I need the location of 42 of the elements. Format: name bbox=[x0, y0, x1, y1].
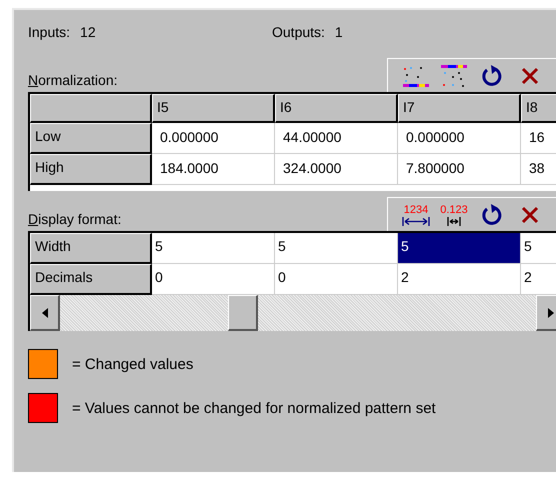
left-arrow-icon bbox=[42, 308, 48, 318]
row-header: Decimals bbox=[30, 264, 152, 295]
table-cell[interactable]: 7.800000 bbox=[398, 154, 521, 185]
close-icon bbox=[521, 66, 539, 84]
table-cell[interactable]: 0 bbox=[152, 264, 275, 295]
row-header: Low bbox=[30, 123, 152, 154]
table-cell[interactable]: 2 bbox=[398, 264, 521, 295]
table-cell[interactable]: 0.000000 bbox=[152, 123, 275, 154]
count-value: 12 bbox=[80, 24, 96, 40]
table-cell[interactable]: 5 bbox=[521, 233, 556, 264]
horizontal-scrollbar[interactable] bbox=[28, 295, 556, 331]
count-value: 1 bbox=[334, 24, 343, 40]
table-cell[interactable]: 16 bbox=[521, 123, 556, 154]
scroll-thumb[interactable] bbox=[228, 295, 258, 331]
scroll-left-button[interactable] bbox=[30, 295, 60, 331]
legend-text: = Values cannot be changed for normalized pattern set bbox=[72, 400, 436, 416]
close-icon bbox=[521, 206, 539, 224]
column-header: I5 bbox=[152, 94, 275, 123]
row-header: Width bbox=[30, 233, 152, 264]
table-cell[interactable]: 38 bbox=[521, 154, 556, 185]
table-cell[interactable]: 5 bbox=[275, 233, 398, 264]
column-header: I7 bbox=[398, 94, 521, 123]
scatter-plot-icon bbox=[439, 62, 469, 88]
section-label: Normalization: bbox=[28, 72, 118, 90]
table-cell[interactable]: 5 bbox=[152, 233, 275, 264]
column-header: I6 bbox=[275, 94, 398, 123]
table-cell[interactable]: 2 bbox=[521, 264, 556, 295]
legend-text: = Changed values bbox=[72, 356, 194, 372]
right-arrow-icon bbox=[548, 308, 554, 318]
section-label: Display format: bbox=[28, 211, 122, 229]
table-cell[interactable]: 324.0000 bbox=[275, 154, 398, 185]
column-header: I8 bbox=[521, 94, 556, 123]
count-label: Inputs: bbox=[28, 24, 70, 40]
row-header: High bbox=[30, 154, 152, 185]
table-cell[interactable]: 0.000000 bbox=[398, 123, 521, 154]
count-label: Outputs: bbox=[272, 24, 325, 40]
undo-icon bbox=[480, 64, 504, 88]
table-cell[interactable]: 0 bbox=[275, 264, 398, 295]
table-cell[interactable]: 5 bbox=[398, 233, 521, 264]
undo-icon bbox=[480, 202, 504, 226]
table-cell[interactable]: 184.0000 bbox=[152, 154, 275, 185]
table-cell[interactable]: 44.00000 bbox=[275, 123, 398, 154]
